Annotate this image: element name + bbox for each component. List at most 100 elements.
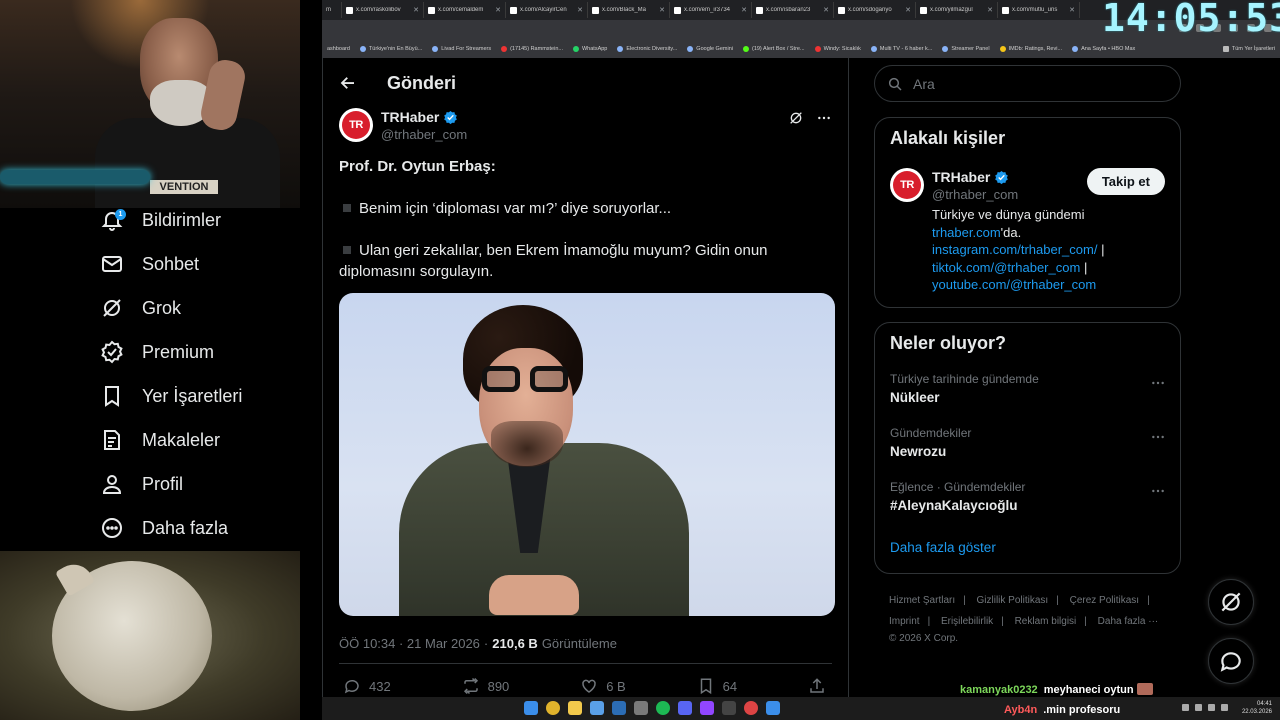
search-input[interactable]: Ara <box>874 65 1181 102</box>
app-icon[interactable] <box>722 701 736 715</box>
footer-link[interactable]: Çerez Politikası <box>1070 595 1139 606</box>
bio-link[interactable]: instagram.com/trhaber_com/ <box>932 242 1097 257</box>
more-horizontal-icon[interactable] <box>1150 429 1166 445</box>
bookmark-item[interactable]: IMDb: Ratings, Revi... <box>995 46 1068 52</box>
author-handle[interactable]: @trhaber_com <box>381 126 467 143</box>
app-icon[interactable] <box>590 701 604 715</box>
footer-link[interactable]: Reklam bilgisi <box>1015 616 1077 627</box>
trend-item[interactable]: Türkiye tarihinde gündemde Nükleer <box>875 371 1180 425</box>
bookmark-button[interactable]: 64 <box>697 677 737 695</box>
trend-item[interactable]: Eğlence · Gündemdekiler #AleynaKalaycıoğ… <box>875 479 1180 533</box>
close-icon[interactable]: ✕ <box>577 6 583 14</box>
close-icon[interactable]: ✕ <box>413 6 419 14</box>
browser-tab[interactable]: x.com/Black_Ma ✕ <box>588 2 670 18</box>
browser-tab[interactable]: m <box>322 2 342 18</box>
footer-link[interactable]: Gizlilik Politikası <box>977 595 1049 606</box>
bookmark-item[interactable]: Tüm Yer İşaretleri <box>1218 46 1280 52</box>
bookmark-item[interactable]: WhatsApp <box>568 46 612 52</box>
app-icon[interactable] <box>766 701 780 715</box>
sidebar-item-more[interactable]: Daha fazla <box>0 506 300 550</box>
author-name-row[interactable]: TRHaber <box>381 109 467 126</box>
close-icon[interactable]: ✕ <box>741 6 747 14</box>
bookmark-item[interactable]: Windy: Sicaklık <box>810 46 866 52</box>
grok-icon[interactable] <box>788 110 804 126</box>
bookmark-item[interactable]: Streamer Panel <box>937 46 994 52</box>
close-icon[interactable]: ✕ <box>823 6 829 14</box>
repost-button[interactable]: 890 <box>462 677 509 695</box>
footer-separator: | <box>1147 595 1150 606</box>
pet-cam-overlay <box>0 551 300 720</box>
bio-link[interactable]: youtube.com/@trhaber_com <box>932 277 1096 292</box>
share-button[interactable] <box>808 677 826 695</box>
browser-tab[interactable]: x.com/mutlu_uns ✕ <box>998 2 1080 18</box>
browser-tab[interactable]: x.com/sdoganyo ✕ <box>834 2 916 18</box>
sidebar-item-profile[interactable]: Profil <box>0 462 300 506</box>
browser-tab[interactable]: x.com/em_ir3734 ✕ <box>670 2 752 18</box>
bookmark-item[interactable]: Google Gemini <box>682 46 738 52</box>
close-icon[interactable]: ✕ <box>659 6 665 14</box>
app-icon[interactable] <box>634 701 648 715</box>
related-handle[interactable]: @trhaber_com <box>932 186 1018 203</box>
avatar[interactable]: TR <box>890 168 924 202</box>
sidebar-item-premium[interactable]: Premium <box>0 330 300 374</box>
post-timestamp[interactable]: ÖÖ 10:34 · 21 Mar 2026 <box>339 636 480 651</box>
more-horizontal-icon[interactable] <box>1150 375 1166 391</box>
grok-icon <box>103 299 121 317</box>
footer-link[interactable]: Imprint <box>889 616 920 627</box>
system-clock[interactable]: 04:41 22.03.2026 <box>1242 700 1272 716</box>
bookmark-item[interactable]: Livad For Streamers <box>427 46 496 52</box>
chevron-up-icon[interactable] <box>1182 704 1189 711</box>
browser-tab[interactable]: x.com/AlcayirCen ✕ <box>506 2 588 18</box>
reply-button[interactable]: 432 <box>343 677 391 695</box>
sidebar-item-grok[interactable]: Grok <box>0 286 300 330</box>
bookmark-item[interactable]: (19) Alert Box / Stre... <box>738 46 810 52</box>
discord-icon[interactable] <box>678 701 692 715</box>
follow-button[interactable]: Takip et <box>1086 168 1165 195</box>
show-more-link[interactable]: Daha fazla göster <box>875 533 1180 573</box>
trend-item[interactable]: Gündemdekiler Newrozu <box>875 425 1180 479</box>
avatar[interactable]: TR <box>339 108 373 142</box>
footer-link[interactable]: Daha fazla ··· <box>1098 616 1159 627</box>
browser-tab[interactable]: x.com/yilmazgul ✕ <box>916 2 998 18</box>
app-icon[interactable] <box>700 701 714 715</box>
chrome-icon[interactable] <box>546 701 560 715</box>
related-name-row[interactable]: TRHaber <box>932 169 1018 186</box>
bookmark-item[interactable]: (17145) Rammstein... <box>496 46 568 52</box>
bookmark-item[interactable]: ashboard <box>322 46 355 52</box>
bookmark-item[interactable]: Multi TV - 6 haber k... <box>866 46 937 52</box>
volume-icon[interactable] <box>1208 704 1215 711</box>
bookmark-item[interactable]: Türkiye'nin En Büyü... <box>355 46 427 52</box>
bookmark-item[interactable]: Ana Sayfa • HBO Max <box>1067 46 1140 52</box>
messages-fab-button[interactable] <box>1208 638 1254 684</box>
footer-link[interactable]: Hizmet Şartları <box>889 595 955 606</box>
network-icon[interactable] <box>1195 704 1202 711</box>
start-icon[interactable] <box>524 701 538 715</box>
more-horizontal-icon[interactable] <box>816 110 832 126</box>
more-horizontal-icon[interactable] <box>1150 483 1166 499</box>
browser-tab[interactable]: x.com/cemaldem ✕ <box>424 2 506 18</box>
tray-icon[interactable] <box>1221 704 1228 711</box>
sidebar-item-chat[interactable]: Sohbet <box>0 242 300 286</box>
steam-icon[interactable] <box>612 701 626 715</box>
app-icon[interactable] <box>744 701 758 715</box>
browser-tab[interactable]: x.com/raskolibov ✕ <box>342 2 424 18</box>
close-icon[interactable]: ✕ <box>905 6 911 14</box>
grok-fab-button[interactable] <box>1208 579 1254 625</box>
bio-link[interactable]: trhaber.com <box>932 225 1001 240</box>
sidebar-item-notifications[interactable]: Bildirimler <box>0 198 300 242</box>
browser-tab[interactable]: x.com/ısbaran23 ✕ <box>752 2 834 18</box>
footer-link[interactable]: Erişilebilirlik <box>941 616 993 627</box>
trhaber-logo: TR <box>893 171 921 199</box>
folder-icon[interactable] <box>568 701 582 715</box>
bio-link[interactable]: tiktok.com/@trhaber_com <box>932 260 1080 275</box>
like-button[interactable]: 6 B <box>580 677 626 695</box>
close-icon[interactable]: ✕ <box>1069 6 1075 14</box>
spotify-icon[interactable] <box>656 701 670 715</box>
close-icon[interactable]: ✕ <box>987 6 993 14</box>
close-icon[interactable]: ✕ <box>495 6 501 14</box>
bookmark-item[interactable]: Electronic Diversity... <box>612 46 682 52</box>
post-media-image[interactable] <box>339 293 835 616</box>
sidebar-item-articles[interactable]: Makaleler <box>0 418 300 462</box>
back-arrow-icon[interactable] <box>339 74 357 92</box>
sidebar-item-bookmarks[interactable]: Yer İşaretleri <box>0 374 300 418</box>
